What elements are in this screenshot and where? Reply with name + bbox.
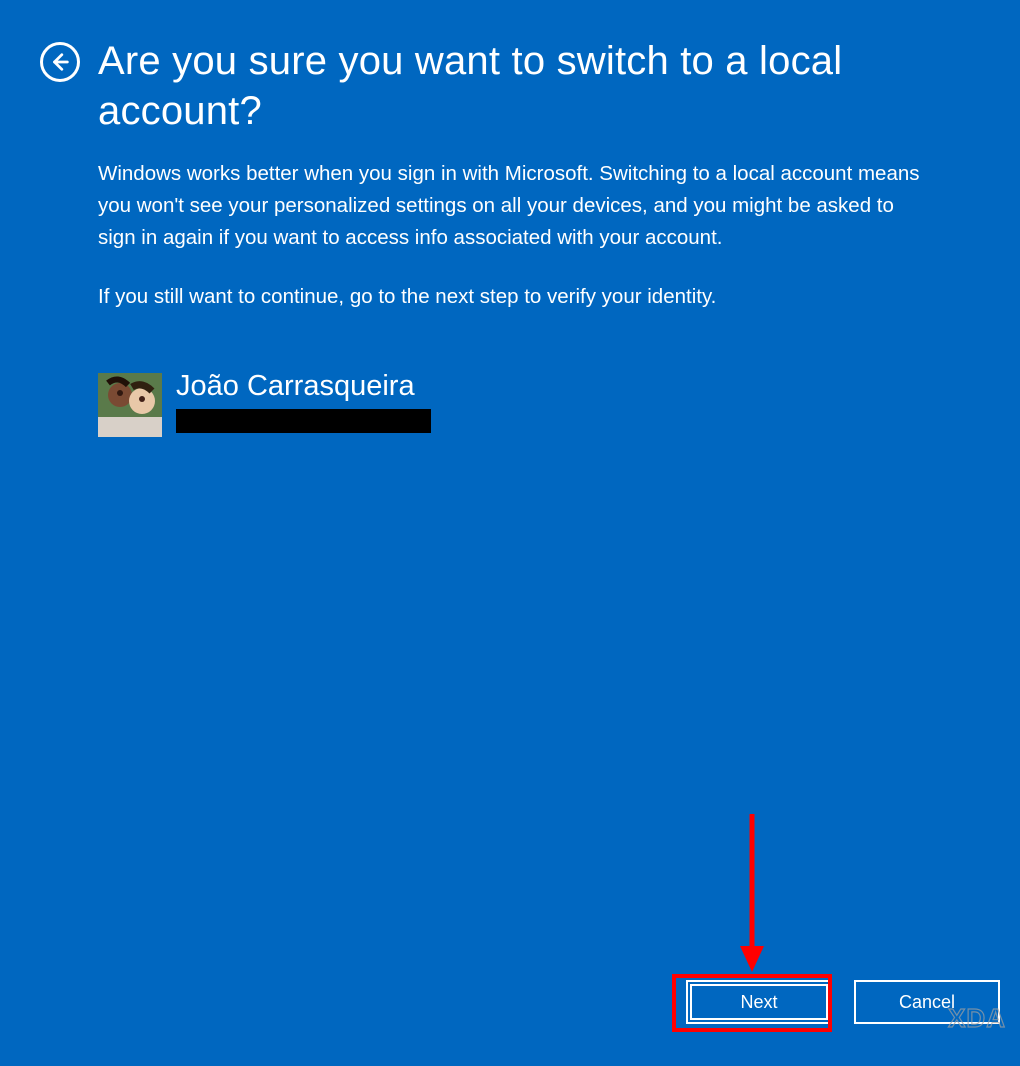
cancel-button[interactable]: Cancel [854, 980, 1000, 1024]
back-button[interactable] [40, 42, 80, 82]
arrow-left-icon [49, 51, 71, 73]
avatar [98, 373, 162, 437]
annotation-arrow [737, 814, 767, 974]
next-button[interactable]: Next [686, 980, 832, 1024]
account-email-redacted [176, 409, 431, 433]
account-info: João Carrasqueira [98, 373, 928, 437]
description-paragraph-1: Windows works better when you sign in wi… [98, 158, 928, 253]
description-paragraph-2: If you still want to continue, go to the… [98, 281, 928, 313]
account-name: João Carrasqueira [176, 371, 431, 403]
page-title: Are you sure you want to switch to a loc… [98, 36, 918, 136]
